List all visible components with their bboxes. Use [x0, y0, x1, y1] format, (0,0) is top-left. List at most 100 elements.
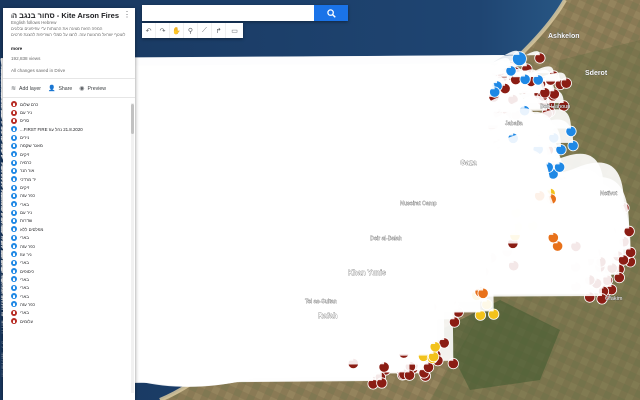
search-button[interactable]	[314, 5, 348, 21]
directions-button[interactable]: ↱	[212, 23, 226, 38]
pan-button[interactable]: ✋	[170, 23, 184, 38]
add-layer-icon: ≋	[11, 86, 17, 92]
draw-line-button[interactable]: ⟋	[198, 23, 212, 38]
undo-button[interactable]: ↶	[142, 23, 156, 38]
fire-marker-icon	[11, 101, 17, 108]
more-link[interactable]: more	[11, 46, 22, 51]
kite-marker-icon	[11, 184, 17, 191]
feature-label: עלומים	[20, 318, 34, 324]
map-title[interactable]: Kite Arson Fires - סחור בנגב המערבי	[11, 11, 129, 20]
feature-label: יד מרדכי	[20, 176, 36, 182]
feature-row[interactable]: יד מרדכי	[11, 175, 135, 183]
feature-row[interactable]: ניר עם	[11, 108, 135, 116]
feature-label: זיקים	[20, 185, 30, 191]
feature-label: כיסופים	[20, 268, 35, 274]
feature-row[interactable]: זיקים	[11, 183, 135, 191]
feature-row[interactable]: בארי	[11, 259, 135, 267]
feature-row[interactable]: בארי	[11, 275, 135, 283]
feature-row[interactable]: בארי	[11, 200, 135, 208]
place-label: Rafah	[318, 313, 337, 320]
kite-marker-icon	[11, 226, 17, 233]
feature-row[interactable]: כרם שלום	[11, 100, 135, 108]
feature-row[interactable]: כיסופים	[11, 267, 135, 275]
place-label: Sderot	[585, 70, 608, 77]
kite-marker-icon	[11, 284, 17, 291]
redo-button[interactable]: ↷	[156, 23, 170, 38]
ruler-icon: ▭	[231, 27, 238, 35]
feature-row[interactable]: בארי	[11, 309, 135, 317]
feature-row[interactable]: כפר עזה	[11, 242, 135, 250]
feature-label: מפלסים ללא	[20, 226, 44, 232]
feature-label: בארי	[20, 310, 29, 316]
kite-marker-icon	[11, 142, 17, 149]
kite-marker-icon	[11, 301, 17, 308]
kite-marker-icon	[11, 201, 17, 208]
add-layer-button[interactable]: ≋ Add layer	[11, 85, 41, 93]
search-icon	[326, 8, 336, 18]
feature-row[interactable]: אור הנר	[11, 167, 135, 175]
share-person-icon: 👤	[47, 86, 56, 92]
feature-label: בארי	[20, 276, 29, 282]
feature-row[interactable]: מאגר שקמה	[11, 142, 135, 150]
feature-label: סריס	[20, 118, 30, 124]
share-label: Share	[58, 85, 73, 92]
feature-row[interactable]: נירים	[11, 133, 135, 141]
add-marker-button[interactable]: ⚲	[184, 23, 198, 38]
preview-button[interactable]: ◉ Preview	[79, 85, 106, 93]
feature-row[interactable]: כפר עזה	[11, 300, 135, 308]
panel-scrollbar[interactable]	[131, 103, 134, 393]
place-label: Nuseirat Camp	[400, 201, 437, 207]
place-label: Deir al-Balah	[370, 236, 402, 242]
view-count: 192,838 views	[11, 56, 41, 61]
search-box	[142, 5, 348, 21]
search-input[interactable]	[142, 5, 314, 21]
share-button[interactable]: 👤 Share	[47, 85, 73, 93]
feature-row[interactable]: כפר עזה	[11, 192, 135, 200]
layers-panel: Kite Arson Fires - סחור בנגב המערבי ⋮ En…	[3, 8, 135, 400]
kite-marker-icon	[11, 209, 17, 216]
feature-label: בארי	[20, 285, 29, 291]
kite-marker-icon	[11, 268, 17, 275]
feature-label: אור הנר	[20, 168, 35, 174]
kite-marker-icon	[11, 151, 17, 158]
place-label: Jabalia	[505, 121, 523, 127]
panel-scrollbar-thumb[interactable]	[131, 104, 134, 134]
kite-marker-icon	[11, 159, 17, 166]
kite-marker-icon	[11, 251, 17, 258]
feature-row[interactable]: בארי	[11, 234, 135, 242]
feature-row[interactable]: 21.8.2020 נחל עוז FIRST FIRE...	[11, 125, 135, 133]
feature-label: כפר עזה	[20, 301, 36, 307]
feature-row[interactable]: כרמיה	[11, 158, 135, 166]
feature-label: ניר עוז	[20, 251, 32, 257]
add-marker-icon: ⚲	[187, 27, 194, 35]
feature-row[interactable]: ניר עוז	[11, 250, 135, 258]
feature-label: בארי	[20, 235, 29, 241]
save-status: All changes saved in Drive	[11, 68, 66, 73]
feature-label: בארי	[20, 293, 29, 299]
feature-row[interactable]: בארי	[11, 284, 135, 292]
place-label: Gaza	[460, 160, 477, 167]
kite-marker-icon	[11, 293, 17, 300]
feature-label: 21.8.2020 נחל עוז FIRST FIRE...	[20, 126, 83, 132]
feature-row[interactable]: שדרות	[11, 217, 135, 225]
map-description-line: לעוטף ישראל מרצועת עזה. לחצו על סמלי השר…	[11, 31, 126, 37]
feature-label: בארי	[20, 260, 29, 266]
panel-header: Kite Arson Fires - סחור בנגב המערבי ⋮ En…	[3, 8, 135, 79]
place-label: Ashkelon	[548, 33, 580, 40]
kite-marker-icon	[11, 134, 17, 141]
directions-icon: ↱	[215, 27, 222, 35]
feature-label: כפר עזה	[20, 193, 36, 199]
fire-marker-icon	[11, 309, 17, 316]
place-label: Khan Yunis	[348, 270, 386, 277]
feature-row[interactable]: זיקים	[11, 150, 135, 158]
feature-row[interactable]: סריס	[11, 117, 135, 125]
preview-label: Preview	[87, 85, 106, 92]
feature-row[interactable]: בארי	[11, 292, 135, 300]
kite-marker-icon	[11, 167, 17, 174]
feature-row[interactable]: מפלסים ללא	[11, 225, 135, 233]
feature-row[interactable]: עלומים	[11, 317, 135, 325]
feature-row[interactable]: ניר עם	[11, 208, 135, 216]
kite-marker-icon	[11, 243, 17, 250]
ruler-button[interactable]: ▭	[226, 23, 243, 38]
more-options-icon[interactable]: ⋮	[123, 11, 131, 19]
